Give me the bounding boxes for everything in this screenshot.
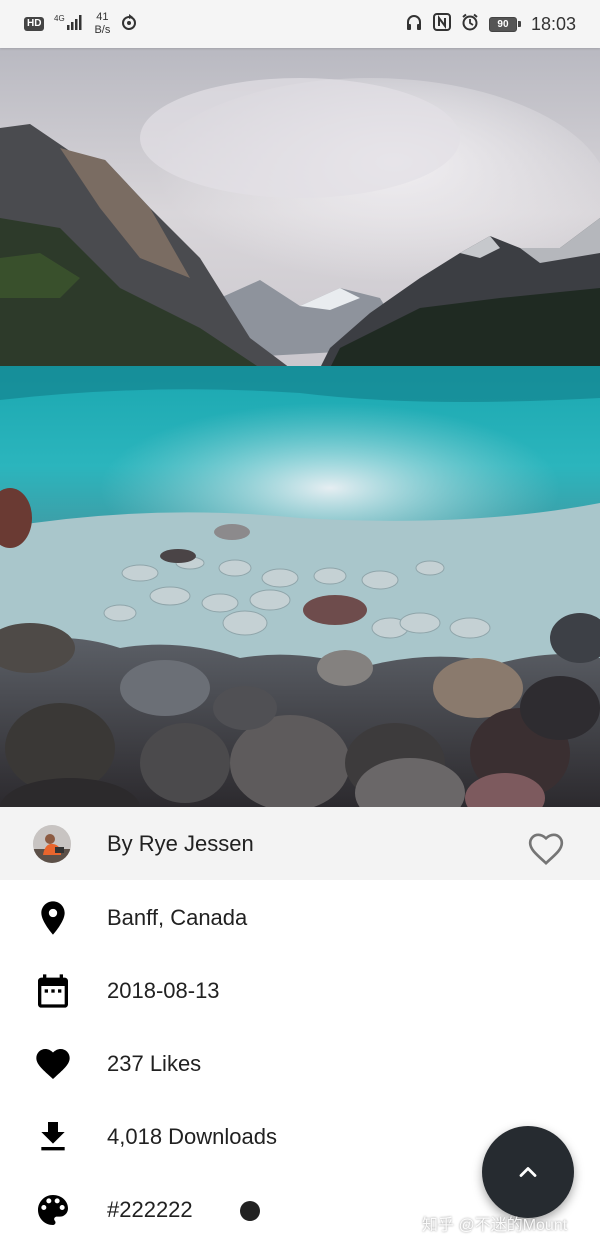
battery-level: 90: [488, 16, 517, 32]
scroll-up-button[interactable]: [482, 1126, 574, 1218]
likes-text: 237 Likes: [107, 1051, 202, 1076]
avatar[interactable]: [33, 825, 71, 863]
likes-row: 237 Likes: [0, 1026, 600, 1099]
author-name[interactable]: By Rye Jessen: [107, 831, 254, 857]
clock: 18:03: [530, 13, 576, 34]
watermark: 知乎 @不迷的Mount: [422, 1217, 568, 1234]
network-speed-unit: B/s: [94, 24, 111, 36]
status-right: 90 18:03: [405, 12, 576, 36]
network-type-label: 4G: [54, 14, 65, 23]
favorite-button[interactable]: [526, 829, 566, 869]
status-bar: HD 4G 41 B/s 90 18:03: [0, 0, 600, 48]
hero-photo[interactable]: [0, 48, 600, 807]
palette-icon: [33, 1190, 73, 1230]
avatar-image: [33, 825, 71, 863]
nfc-icon: [432, 12, 451, 36]
sync-icon: [120, 13, 138, 36]
location-pin-icon: [33, 898, 73, 938]
date-text: 2018-08-13: [107, 978, 220, 1003]
hd-badge: HD: [24, 17, 45, 31]
signal-icon: 4G: [54, 13, 84, 36]
landscape-photo: [0, 48, 600, 807]
downloads-text: 4,018 Downloads: [107, 1124, 278, 1149]
battery-icon: 90: [488, 16, 521, 32]
calendar-icon: [33, 971, 73, 1011]
alarm-icon: [461, 13, 479, 36]
status-left: HD 4G 41 B/s: [24, 11, 138, 37]
location-row: Banff, Canada: [0, 880, 600, 953]
location-text: Banff, Canada: [107, 905, 248, 930]
chevron-up-icon: [519, 1167, 537, 1177]
author-row[interactable]: By Rye Jessen: [0, 807, 600, 880]
color-swatch: [240, 1201, 260, 1221]
heart-icon: [33, 1044, 73, 1084]
headphones-icon: [405, 13, 423, 36]
network-speed-value: 41: [96, 11, 109, 23]
network-speed: 41 B/s: [94, 11, 110, 37]
heart-outline-icon: [528, 833, 564, 865]
download-icon: [33, 1117, 73, 1157]
battery-tip: [517, 21, 521, 27]
color-text: #222222: [107, 1197, 193, 1222]
date-row: 2018-08-13: [0, 953, 600, 1026]
